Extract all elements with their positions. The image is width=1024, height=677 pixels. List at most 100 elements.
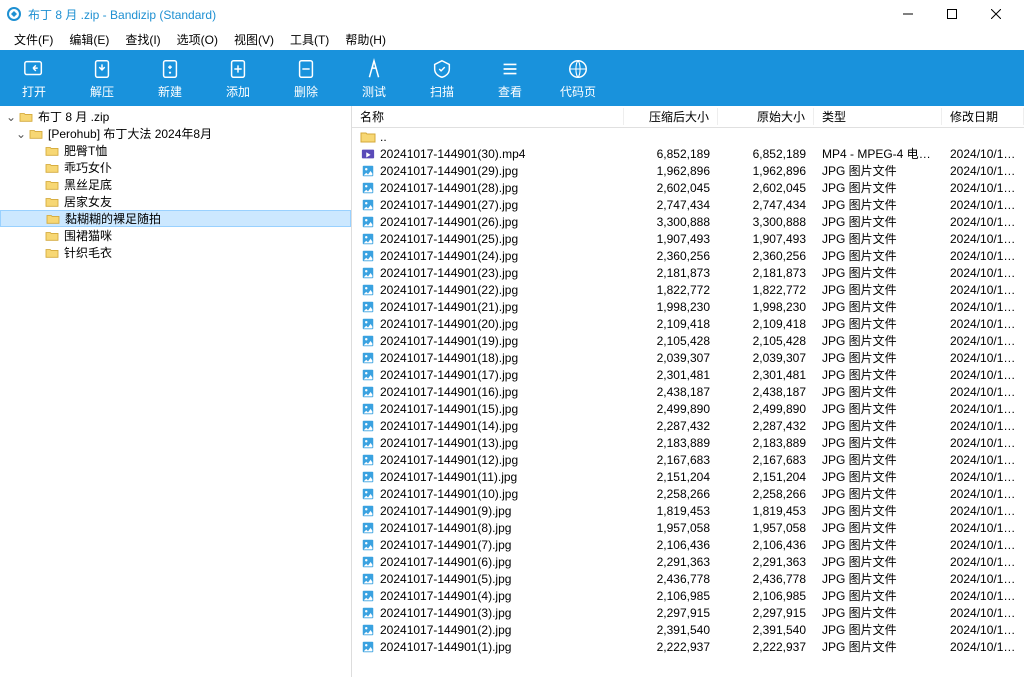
file-type: JPG 图片文件 bbox=[814, 179, 942, 196]
file-row[interactable]: 20241017-144901(29).jpg1,962,8961,962,89… bbox=[352, 162, 1024, 179]
chevron-down-icon[interactable]: ⌄ bbox=[4, 110, 18, 124]
file-row[interactable]: 20241017-144901(12).jpg2,167,6832,167,68… bbox=[352, 451, 1024, 468]
column-header-csize[interactable]: 压缩后大小 bbox=[624, 108, 718, 125]
image-icon bbox=[360, 436, 376, 450]
file-row[interactable]: 20241017-144901(25).jpg1,907,4931,907,49… bbox=[352, 230, 1024, 247]
menu-view[interactable]: 视图(V) bbox=[226, 29, 282, 50]
file-row[interactable]: 20241017-144901(14).jpg2,287,4322,287,43… bbox=[352, 417, 1024, 434]
file-row[interactable]: 20241017-144901(28).jpg2,602,0452,602,04… bbox=[352, 179, 1024, 196]
sidebar-tree[interactable]: ⌄ 布丁 8 月 .zip ⌄ [Perohub] 布丁大法 2024年8月 肥… bbox=[0, 106, 352, 677]
tree-item-label: 乖巧女仆 bbox=[64, 159, 112, 176]
toolbar: 打开 解压 新建 添加 删除 测试 扫描 查看 代码页 bbox=[0, 50, 1024, 106]
file-type: JPG 图片文件 bbox=[814, 196, 942, 213]
file-row[interactable]: 20241017-144901(1).jpg2,222,9372,222,937… bbox=[352, 638, 1024, 655]
file-row[interactable]: 20241017-144901(22).jpg1,822,7721,822,77… bbox=[352, 281, 1024, 298]
image-icon bbox=[360, 283, 376, 297]
file-row[interactable]: 20241017-144901(3).jpg2,297,9152,297,915… bbox=[352, 604, 1024, 621]
file-row[interactable]: 20241017-144901(5).jpg2,436,7782,436,778… bbox=[352, 570, 1024, 587]
file-list[interactable]: 名称 压缩后大小 原始大小 类型 修改日期 .. 20241017-144901… bbox=[352, 106, 1024, 677]
file-row[interactable]: 20241017-144901(27).jpg2,747,4342,747,43… bbox=[352, 196, 1024, 213]
file-row[interactable]: 20241017-144901(2).jpg2,391,5402,391,540… bbox=[352, 621, 1024, 638]
column-header-osize[interactable]: 原始大小 bbox=[718, 108, 814, 125]
file-name: 20241017-144901(4).jpg bbox=[380, 589, 511, 603]
column-header-date[interactable]: 修改日期 bbox=[942, 108, 1024, 125]
file-row[interactable]: 20241017-144901(23).jpg2,181,8732,181,87… bbox=[352, 264, 1024, 281]
image-icon bbox=[360, 215, 376, 229]
toolbar-new-button[interactable]: 新建 bbox=[136, 50, 204, 106]
file-row[interactable]: 20241017-144901(21).jpg1,998,2301,998,23… bbox=[352, 298, 1024, 315]
file-row[interactable]: 20241017-144901(8).jpg1,957,0581,957,058… bbox=[352, 519, 1024, 536]
maximize-button[interactable] bbox=[930, 0, 974, 28]
file-row[interactable]: 20241017-144901(4).jpg2,106,9852,106,985… bbox=[352, 587, 1024, 604]
file-name: 20241017-144901(23).jpg bbox=[380, 266, 518, 280]
image-icon bbox=[360, 385, 376, 399]
tree-folder-item[interactable]: 针织毛衣 bbox=[0, 244, 351, 261]
file-row[interactable]: 20241017-144901(16).jpg2,438,1872,438,18… bbox=[352, 383, 1024, 400]
file-row[interactable]: 20241017-144901(17).jpg2,301,4812,301,48… bbox=[352, 366, 1024, 383]
toolbar-delete-button[interactable]: 删除 bbox=[272, 50, 340, 106]
file-name: 20241017-144901(29).jpg bbox=[380, 164, 518, 178]
toolbar-codepage-button[interactable]: 代码页 bbox=[544, 50, 612, 106]
tree-sub1[interactable]: ⌄ [Perohub] 布丁大法 2024年8月 bbox=[0, 125, 351, 142]
file-row[interactable]: 20241017-144901(15).jpg2,499,8902,499,89… bbox=[352, 400, 1024, 417]
file-row[interactable]: 20241017-144901(13).jpg2,183,8892,183,88… bbox=[352, 434, 1024, 451]
file-type: JPG 图片文件 bbox=[814, 570, 942, 587]
up-dir-label: .. bbox=[380, 130, 387, 144]
tree-root[interactable]: ⌄ 布丁 8 月 .zip bbox=[0, 108, 351, 125]
file-row[interactable]: 20241017-144901(19).jpg2,105,4282,105,42… bbox=[352, 332, 1024, 349]
toolbar-add-button[interactable]: 添加 bbox=[204, 50, 272, 106]
toolbar-test-button[interactable]: 测试 bbox=[340, 50, 408, 106]
file-type: JPG 图片文件 bbox=[814, 281, 942, 298]
up-dir-row[interactable]: .. bbox=[352, 128, 1024, 145]
file-row[interactable]: 20241017-144901(10).jpg2,258,2662,258,26… bbox=[352, 485, 1024, 502]
toolbar-view-button[interactable]: 查看 bbox=[476, 50, 544, 106]
tree-folder-item[interactable]: 围裙猫咪 bbox=[0, 227, 351, 244]
tree-folder-item[interactable]: 黑丝足底 bbox=[0, 176, 351, 193]
file-row[interactable]: 20241017-144901(20).jpg2,109,4182,109,41… bbox=[352, 315, 1024, 332]
menu-find[interactable]: 查找(I) bbox=[117, 29, 168, 50]
file-date: 2024/10/17 14:49:02 bbox=[942, 470, 1024, 484]
image-icon bbox=[360, 555, 376, 569]
tree-folder-item[interactable]: 居家女友 bbox=[0, 193, 351, 210]
file-type: JPG 图片文件 bbox=[814, 213, 942, 230]
file-row[interactable]: 20241017-144901(6).jpg2,291,3632,291,363… bbox=[352, 553, 1024, 570]
menu-edit[interactable]: 编辑(E) bbox=[61, 29, 117, 50]
file-row[interactable]: 20241017-144901(9).jpg1,819,4531,819,453… bbox=[352, 502, 1024, 519]
file-osize: 2,747,434 bbox=[718, 198, 814, 212]
file-date: 2024/10/17 14:49:00 bbox=[942, 538, 1024, 552]
file-osize: 2,039,307 bbox=[718, 351, 814, 365]
file-row[interactable]: 20241017-144901(11).jpg2,151,2042,151,20… bbox=[352, 468, 1024, 485]
image-icon bbox=[360, 504, 376, 518]
menu-file[interactable]: 文件(F) bbox=[6, 29, 61, 50]
file-row[interactable]: 20241017-144901(26).jpg3,300,8883,300,88… bbox=[352, 213, 1024, 230]
file-row[interactable]: 20241017-144901(7).jpg2,106,4362,106,436… bbox=[352, 536, 1024, 553]
toolbar-extract-button[interactable]: 解压 bbox=[68, 50, 136, 106]
image-icon bbox=[360, 334, 376, 348]
menu-tools[interactable]: 工具(T) bbox=[282, 29, 337, 50]
file-name: 20241017-144901(7).jpg bbox=[380, 538, 511, 552]
toolbar-open-button[interactable]: 打开 bbox=[0, 50, 68, 106]
toolbar-delete-label: 删除 bbox=[294, 83, 318, 100]
column-header-name[interactable]: 名称 bbox=[352, 108, 624, 125]
tree-folder-item[interactable]: 肥臀T恤 bbox=[0, 142, 351, 159]
chevron-down-icon[interactable]: ⌄ bbox=[14, 127, 28, 141]
close-button[interactable] bbox=[974, 0, 1018, 28]
file-type: JPG 图片文件 bbox=[814, 485, 942, 502]
toolbar-scan-button[interactable]: 扫描 bbox=[408, 50, 476, 106]
file-row[interactable]: 20241017-144901(24).jpg2,360,2562,360,25… bbox=[352, 247, 1024, 264]
minimize-button[interactable] bbox=[886, 0, 930, 28]
tree-folder-item[interactable]: 黏糊糊的裸足随拍 bbox=[0, 210, 351, 227]
column-header-type[interactable]: 类型 bbox=[814, 108, 942, 125]
file-row[interactable]: 20241017-144901(18).jpg2,039,3072,039,30… bbox=[352, 349, 1024, 366]
file-csize: 1,819,453 bbox=[624, 504, 718, 518]
menu-help[interactable]: 帮助(H) bbox=[337, 29, 394, 50]
menu-options[interactable]: 选项(O) bbox=[169, 29, 226, 50]
file-row[interactable]: 20241017-144901(30).mp46,852,1896,852,18… bbox=[352, 145, 1024, 162]
folder-icon bbox=[18, 110, 34, 124]
tree-folder-item[interactable]: 乖巧女仆 bbox=[0, 159, 351, 176]
file-osize: 2,436,778 bbox=[718, 572, 814, 586]
file-date: 2024/10/17 14:49:02 bbox=[942, 215, 1024, 229]
file-date: 2024/10/17 14:49:02 bbox=[942, 334, 1024, 348]
file-osize: 2,602,045 bbox=[718, 181, 814, 195]
file-name: 20241017-144901(30).mp4 bbox=[380, 147, 525, 161]
